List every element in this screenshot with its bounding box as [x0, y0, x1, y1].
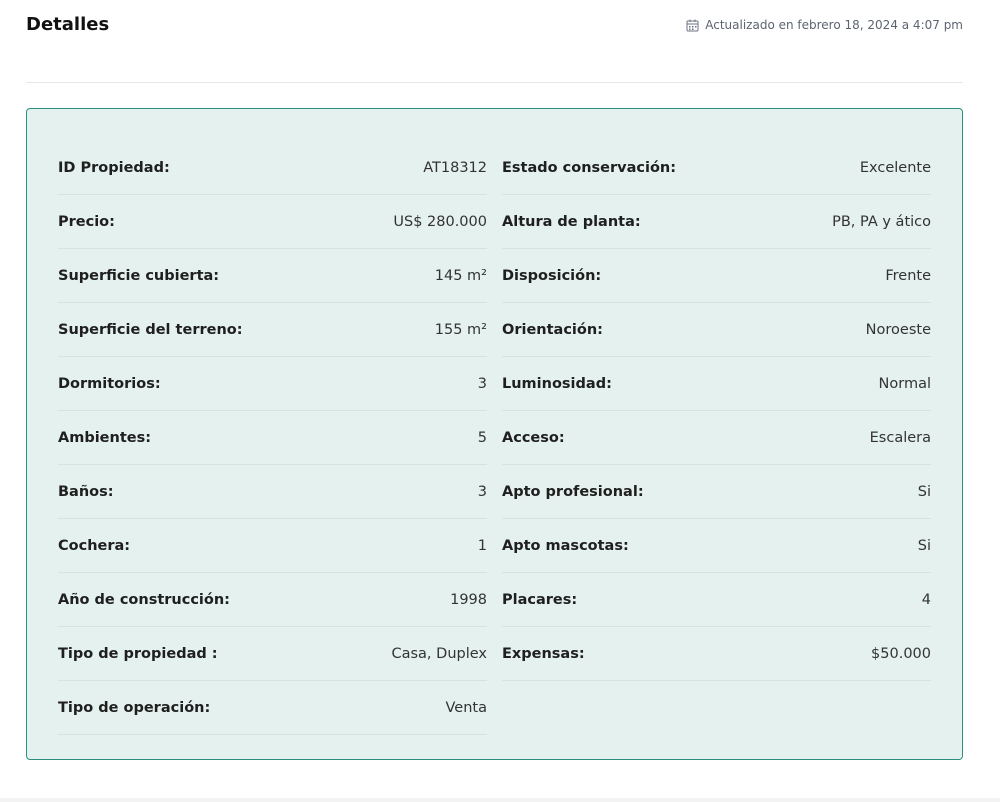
- detail-row: Placares: 4: [502, 573, 931, 627]
- detail-value: Excelente: [859, 159, 931, 176]
- detail-row: Apto mascotas: Si: [502, 519, 931, 573]
- detail-value: Normal: [878, 375, 931, 392]
- detail-value: 1: [477, 537, 487, 554]
- detail-row: ID Propiedad: AT18312: [58, 141, 487, 195]
- detail-label: Acceso:: [502, 429, 565, 446]
- detail-value: PB, PA y ático: [832, 213, 931, 230]
- detail-row: Superficie del terreno: 155 m²: [58, 303, 487, 357]
- detail-value: 5: [477, 429, 487, 446]
- detail-value: 4: [921, 591, 931, 608]
- details-panel: ID Propiedad: AT18312 Precio: US$ 280.000 …: [26, 108, 963, 760]
- detail-value: US$ 280.000: [393, 213, 487, 230]
- detail-label: ID Propiedad:: [58, 159, 170, 176]
- detail-label: Apto profesional:: [502, 483, 644, 500]
- detail-label: Ambientes:: [58, 429, 152, 446]
- detail-value: Venta: [445, 699, 487, 716]
- detail-label: Año de construcción:: [58, 591, 230, 608]
- detail-label: Precio:: [58, 213, 115, 230]
- detail-row: Orientación: Noroeste: [502, 303, 931, 357]
- detail-row: Dormitorios: 3: [58, 357, 487, 411]
- detail-value: Si: [917, 483, 931, 500]
- detail-label: Placares:: [502, 591, 578, 608]
- detail-value: 155 m²: [434, 321, 487, 338]
- detail-row: Luminosidad: Normal: [502, 357, 931, 411]
- details-header: Detalles Actualizado en febrero 18, 2024…: [26, 12, 963, 38]
- detail-row: Disposición: Frente: [502, 249, 931, 303]
- detail-label: Tipo de propiedad :: [58, 645, 218, 662]
- detail-label: Dormitorios:: [58, 375, 161, 392]
- detail-row: Expensas: $50.000: [502, 627, 931, 681]
- detail-label: Superficie cubierta:: [58, 267, 220, 284]
- detail-value: 145 m²: [434, 267, 487, 284]
- detail-row: Tipo de operación: Venta: [58, 681, 487, 735]
- detail-value: 3: [477, 483, 487, 500]
- calendar-icon: [686, 19, 699, 32]
- detail-label: Cochera:: [58, 537, 131, 554]
- detail-row: Tipo de propiedad : Casa, Duplex: [58, 627, 487, 681]
- details-column-right: Estado conservación: Excelente Altura de …: [502, 141, 931, 681]
- detail-row: Altura de planta: PB, PA y ático: [502, 195, 931, 249]
- detail-row: Superficie cubierta: 145 m²: [58, 249, 487, 303]
- detail-value: Casa, Duplex: [391, 645, 487, 662]
- details-column-left: ID Propiedad: AT18312 Precio: US$ 280.000 …: [58, 141, 487, 735]
- detail-label: Superficie del terreno:: [58, 321, 243, 338]
- page-title: Detalles: [26, 14, 110, 35]
- detail-value: Frente: [885, 267, 931, 284]
- detail-label: Baños:: [58, 483, 114, 500]
- detail-row: Año de construcción: 1998: [58, 573, 487, 627]
- detail-label: Estado conservación:: [502, 159, 677, 176]
- detail-row: Baños: 3: [58, 465, 487, 519]
- detail-row: Apto profesional: Si: [502, 465, 931, 519]
- detail-row: Precio: US$ 280.000: [58, 195, 487, 249]
- detail-row: Ambientes: 5: [58, 411, 487, 465]
- detail-label: Orientación:: [502, 321, 603, 338]
- detail-value: $50.000: [871, 645, 931, 662]
- detail-label: Apto mascotas:: [502, 537, 629, 554]
- updated-text: Actualizado en febrero 18, 2024 a 4:07 p…: [705, 18, 963, 32]
- footer-divider: [0, 798, 1000, 802]
- detail-label: Disposición:: [502, 267, 602, 284]
- detail-value: Escalera: [869, 429, 931, 446]
- detail-row: Estado conservación: Excelente: [502, 141, 931, 195]
- detail-value: Si: [917, 537, 931, 554]
- divider: [26, 82, 963, 83]
- detail-label: Expensas:: [502, 645, 585, 662]
- detail-value: AT18312: [423, 159, 487, 176]
- detail-value: 3: [477, 375, 487, 392]
- detail-label: Luminosidad:: [502, 375, 612, 392]
- detail-row: Cochera: 1: [58, 519, 487, 573]
- updated-info: Actualizado en febrero 18, 2024 a 4:07 p…: [686, 16, 963, 34]
- detail-label: Tipo de operación:: [58, 699, 211, 716]
- detail-label: Altura de planta:: [502, 213, 641, 230]
- detail-row: Acceso: Escalera: [502, 411, 931, 465]
- detail-value: 1998: [450, 591, 487, 608]
- detail-value: Noroeste: [865, 321, 931, 338]
